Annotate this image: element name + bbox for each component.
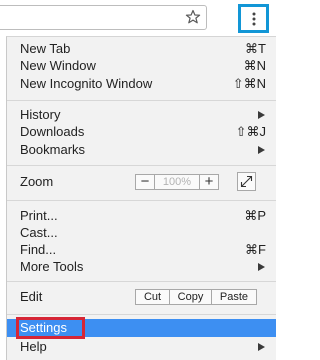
menu-item-label: New Tab [20,41,71,56]
menu-item-label: Bookmarks [20,142,86,157]
menu-item-cast[interactable]: Cast... [7,224,276,242]
menu-item-label: Edit [20,289,43,304]
zoom-control: − 100% + [135,174,219,190]
cut-button[interactable]: Cut [136,290,170,304]
menu-item-shortcut: ⌘F [245,242,266,257]
chrome-menu: New Tab ⌘T New Window ⌘N New Incognito W… [6,36,276,360]
submenu-arrow-icon [258,146,265,154]
menu-item-label: Print... [20,208,58,223]
menu-item-shortcut: ⌘N [243,58,266,73]
menu-item-find[interactable]: Find... ⌘F [7,241,276,259]
menu-item-label: Zoom [20,174,54,189]
menu-item-label: History [20,107,61,122]
menu-item-help[interactable]: Help [7,338,276,356]
menu-separator [7,165,276,166]
submenu-arrow-icon [258,343,265,351]
menu-separator [7,281,276,282]
menu-separator [7,100,276,101]
menu-item-label: Help [20,339,47,354]
zoom-level: 100% [162,176,192,188]
menu-item-new-tab[interactable]: New Tab ⌘T [7,40,276,58]
copy-button[interactable]: Copy [170,290,212,304]
menu-item-label: New Incognito Window [20,76,153,91]
menu-item-new-incognito-window[interactable]: New Incognito Window ⇧⌘N [7,75,276,93]
zoom-out-button[interactable]: − [136,174,155,189]
menu-item-more-tools[interactable]: More Tools [7,258,276,276]
fullscreen-button[interactable] [237,172,256,191]
star-icon[interactable] [185,9,201,25]
submenu-arrow-icon [258,111,265,119]
menu-separator [7,200,276,201]
settings-callout-box [16,317,85,339]
menu-item-label: New Window [20,58,96,73]
fullscreen-icon [240,175,253,188]
menu-item-label: Cast... [20,225,58,240]
menu-item-shortcut: ⌘T [245,41,266,56]
menu-item-label: Find... [20,242,57,257]
menu-item-shortcut: ⌘P [244,208,266,223]
menu-item-downloads[interactable]: Downloads ⇧⌘J [7,123,276,141]
zoom-in-button[interactable]: + [199,174,218,189]
menu-item-history[interactable]: History [7,106,276,124]
menu-item-new-window[interactable]: New Window ⌘N [7,57,276,75]
menu-separator [7,314,276,315]
menu-item-label: More Tools [20,259,84,274]
edit-controls: Cut Copy Paste [135,289,257,305]
menu-item-bookmarks[interactable]: Bookmarks [7,141,276,159]
menu-item-shortcut: ⇧⌘J [235,124,266,139]
menu-button[interactable] [238,4,269,33]
kebab-icon [252,12,255,25]
browser-toolbar [0,0,276,38]
submenu-arrow-icon [258,263,265,271]
menu-item-print[interactable]: Print... ⌘P [7,207,276,225]
menu-item-label: Downloads [20,124,85,139]
menu-item-shortcut: ⇧⌘N [232,76,266,91]
paste-button[interactable]: Paste [212,290,256,304]
address-bar[interactable] [0,5,207,30]
